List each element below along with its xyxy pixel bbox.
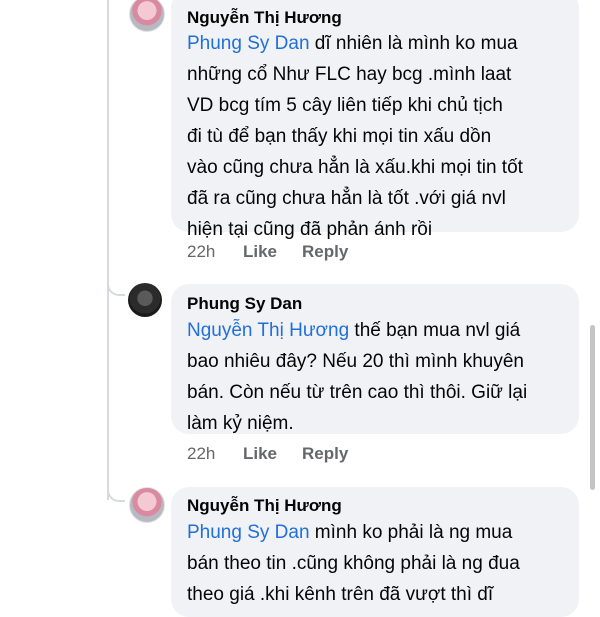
like-button[interactable]: Like: [243, 444, 277, 464]
avatar[interactable]: [129, 0, 165, 32]
mention-link[interactable]: Nguyễn Thị Hương: [187, 320, 349, 341]
thread-branch: [107, 280, 125, 296]
comment-text: Phung Sy Dan mình ko phải là ng mua bán …: [187, 517, 577, 610]
comment-body: dĩ nhiên là mình ko mua những cổ Như FLC…: [187, 33, 523, 240]
mention-link[interactable]: Phung Sy Dan: [187, 33, 310, 54]
avatar[interactable]: [129, 487, 165, 523]
comment-author[interactable]: Nguyễn Thị Hương: [187, 496, 342, 516]
like-button[interactable]: Like: [243, 242, 277, 262]
thread-line: [107, 320, 109, 500]
comment-author[interactable]: Nguyễn Thị Hương: [187, 8, 342, 28]
reply-button[interactable]: Reply: [302, 242, 348, 262]
mention-link[interactable]: Phung Sy Dan: [187, 522, 310, 543]
comment-timestamp[interactable]: 22h: [187, 242, 215, 262]
avatar[interactable]: [128, 283, 162, 317]
comment-timestamp[interactable]: 22h: [187, 444, 215, 464]
comment-author[interactable]: Phung Sy Dan: [187, 294, 302, 314]
comment-text: Nguyễn Thị Hương thế bạn mua nvl giá bao…: [187, 315, 577, 439]
scrollbar[interactable]: [590, 325, 595, 490]
comment-text: Phung Sy Dan dĩ nhiên là mình ko mua nhữ…: [187, 28, 577, 245]
reply-button[interactable]: Reply: [302, 444, 348, 464]
thread-line: [107, 0, 109, 325]
thread-branch: [107, 486, 125, 502]
